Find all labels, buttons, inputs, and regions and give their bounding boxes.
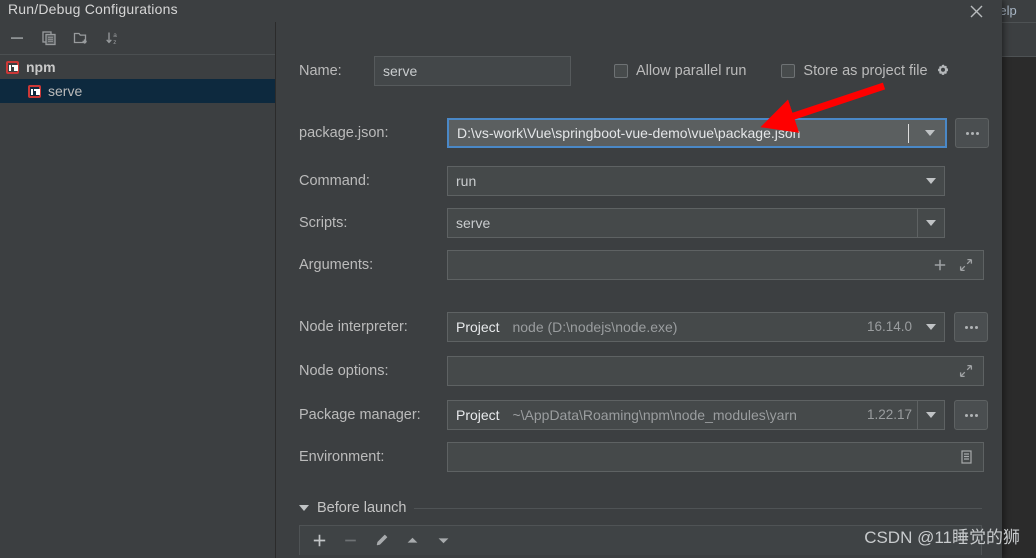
plus-icon[interactable] xyxy=(933,251,947,279)
package-manager-row: Package manager: Project ~\AppData\Roami… xyxy=(299,400,1002,430)
before-launch-header[interactable]: Before launch xyxy=(299,500,982,516)
command-row: Command: run xyxy=(299,166,1002,196)
tree-toolbar: a z xyxy=(0,22,275,55)
environment-input[interactable] xyxy=(447,442,984,472)
name-row: Name: serve Allow parallel run Store as … xyxy=(299,56,1002,86)
gear-icon[interactable] xyxy=(935,63,951,79)
package-manager-browse-button[interactable] xyxy=(954,400,988,430)
node-options-input[interactable] xyxy=(447,356,984,386)
package-manager-label: Package manager: xyxy=(299,407,421,423)
node-interpreter-label: Node interpreter: xyxy=(299,319,408,335)
remove-configuration-button[interactable] xyxy=(8,29,26,47)
package-manager-value: ~\AppData\Roaming\npm\node_modules\yarn xyxy=(512,407,797,423)
name-input[interactable]: serve xyxy=(374,56,571,86)
command-combobox[interactable]: run xyxy=(447,166,945,196)
package-json-browse-button[interactable] xyxy=(955,118,989,148)
close-icon[interactable] xyxy=(964,0,988,22)
scripts-value: serve xyxy=(456,215,491,231)
package-json-dropdown-arrow[interactable] xyxy=(917,120,943,146)
configurations-tree: npm serve xyxy=(0,55,275,103)
before-launch-rule xyxy=(414,507,982,509)
scripts-row: Scripts: serve xyxy=(299,208,1002,238)
environment-list-icon[interactable] xyxy=(959,443,974,471)
expand-icon[interactable] xyxy=(959,357,973,385)
tree-group-label: npm xyxy=(26,59,56,75)
svg-text:z: z xyxy=(113,39,116,46)
background-editor-area xyxy=(1002,57,1036,558)
environment-label: Environment: xyxy=(299,449,385,465)
node-interpreter-version: 16.14.0 xyxy=(866,319,912,334)
node-interpreter-row: Node interpreter: Project node (D:\nodej… xyxy=(299,312,1002,342)
move-up-button[interactable] xyxy=(405,533,420,548)
dialog-title: Run/Debug Configurations xyxy=(8,1,178,17)
arguments-label: Arguments: xyxy=(299,257,374,273)
store-as-project-file-label: Store as project file xyxy=(803,63,928,79)
node-interpreter-dropdown-arrow[interactable] xyxy=(918,313,944,341)
package-json-label: package.json: xyxy=(299,125,389,141)
configurations-tree-panel: a z npm serve xyxy=(0,22,276,558)
store-as-project-file-checkbox[interactable]: Store as project file xyxy=(781,63,928,79)
sort-configurations-button[interactable]: a z xyxy=(104,29,122,47)
dialog-titlebar: Run/Debug Configurations xyxy=(0,0,1002,22)
remove-task-button[interactable] xyxy=(343,533,358,548)
tree-group-npm[interactable]: npm xyxy=(0,55,275,79)
allow-parallel-run-checkbox[interactable]: Allow parallel run xyxy=(614,63,746,79)
chevron-down-icon[interactable] xyxy=(299,505,309,511)
node-options-label: Node options: xyxy=(299,363,389,379)
background-divider-top xyxy=(1002,22,1036,23)
checkbox-box xyxy=(614,64,628,78)
node-interpreter-scope: Project xyxy=(456,319,500,335)
allow-parallel-run-label: Allow parallel run xyxy=(636,63,747,79)
command-dropdown-arrow[interactable] xyxy=(918,167,944,195)
scripts-combobox[interactable]: serve xyxy=(447,208,945,238)
tree-item-label: serve xyxy=(48,83,83,99)
tree-item-serve[interactable]: serve xyxy=(0,79,275,103)
arguments-input[interactable] xyxy=(447,250,984,280)
package-json-row: package.json: D:\vs-work\Vue\springboot-… xyxy=(299,118,1002,148)
new-folder-button[interactable] xyxy=(72,29,90,47)
environment-row: Environment: xyxy=(299,442,1002,472)
package-json-input[interactable]: D:\vs-work\Vue\springboot-vue-demo\vue\p… xyxy=(447,118,947,148)
before-launch-toolbar xyxy=(299,525,982,555)
name-label: Name: xyxy=(299,63,342,79)
scripts-label: Scripts: xyxy=(299,215,348,231)
before-launch-section: Before launch xyxy=(299,500,982,555)
package-manager-dropdown-arrow[interactable] xyxy=(917,401,944,429)
node-interpreter-browse-button[interactable] xyxy=(954,312,988,342)
expand-icon[interactable] xyxy=(959,251,973,279)
checkbox-box xyxy=(781,64,796,78)
scripts-dropdown-arrow[interactable] xyxy=(917,209,944,237)
run-debug-configurations-dialog: Run/Debug Configurations a z npm serve N… xyxy=(0,0,1002,558)
copy-configuration-button[interactable] xyxy=(40,29,58,47)
edit-task-button[interactable] xyxy=(374,533,389,548)
node-options-row: Node options: xyxy=(299,356,1002,386)
svg-text:a: a xyxy=(113,32,117,39)
move-down-button[interactable] xyxy=(436,533,451,548)
node-interpreter-combobox[interactable]: Project node (D:\nodejs\node.exe) 16.14.… xyxy=(447,312,945,342)
before-launch-title: Before launch xyxy=(317,500,407,516)
node-interpreter-value: node (D:\nodejs\node.exe) xyxy=(512,319,678,335)
add-task-button[interactable] xyxy=(312,533,327,548)
package-manager-version: 1.22.17 xyxy=(866,407,912,422)
package-manager-scope: Project xyxy=(456,407,500,423)
command-value: run xyxy=(456,173,477,189)
npm-icon xyxy=(28,84,41,98)
package-manager-combobox[interactable]: Project ~\AppData\Roaming\npm\node_modul… xyxy=(447,400,945,430)
arguments-row: Arguments: xyxy=(299,250,1002,280)
command-label: Command: xyxy=(299,173,370,189)
configuration-form-panel: Name: serve Allow parallel run Store as … xyxy=(277,22,1002,558)
npm-icon xyxy=(6,60,19,74)
